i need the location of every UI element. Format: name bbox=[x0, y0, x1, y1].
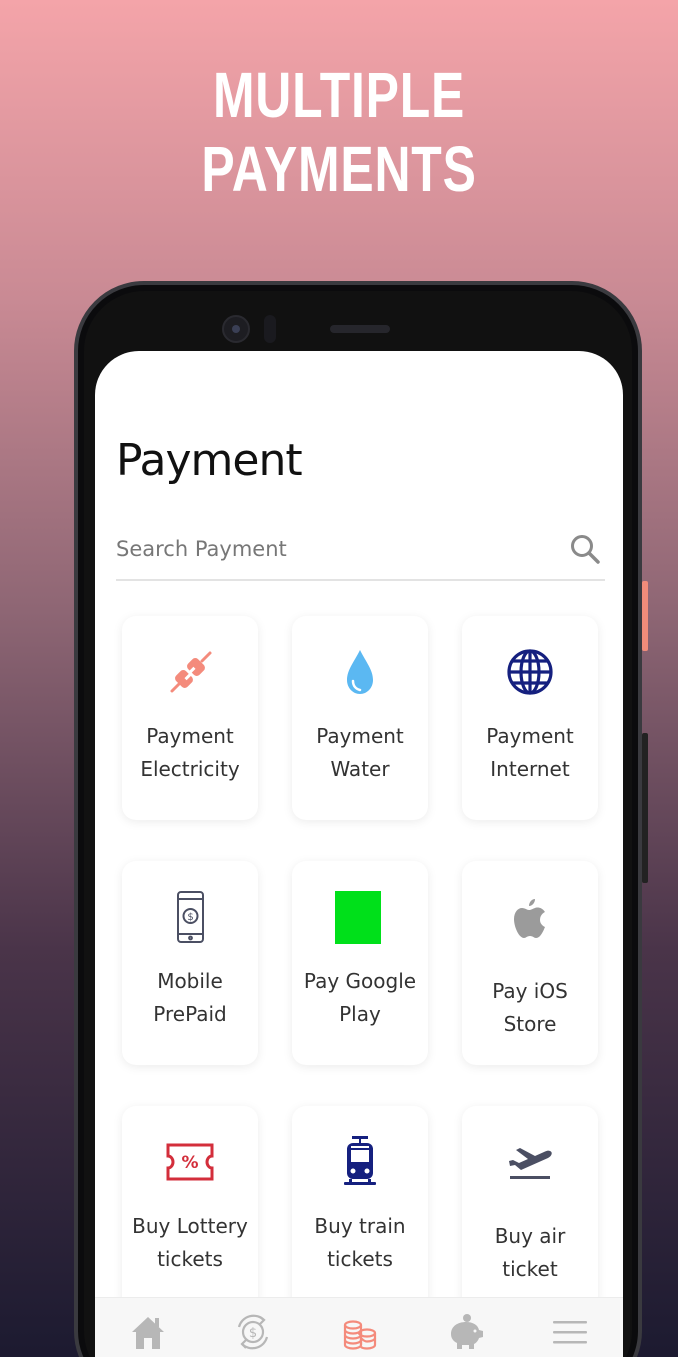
nav-payment[interactable] bbox=[334, 1312, 384, 1357]
nav-exchange[interactable]: $ bbox=[228, 1312, 278, 1357]
nav-menu[interactable] bbox=[545, 1312, 595, 1357]
service-label: Pay iOS Store bbox=[492, 979, 568, 1036]
svg-text:%: % bbox=[181, 1153, 198, 1173]
mobile-money-icon: $ bbox=[162, 889, 218, 945]
power-button bbox=[642, 581, 648, 651]
service-card-google-play[interactable]: Pay Google Play bbox=[292, 861, 428, 1065]
service-label: Payment Internet bbox=[486, 724, 574, 781]
menu-icon bbox=[553, 1321, 588, 1344]
service-card-lottery[interactable]: % Buy Lottery tickets bbox=[122, 1106, 258, 1310]
water-drop-icon bbox=[332, 644, 388, 700]
page-title: Payment bbox=[116, 435, 303, 486]
service-card-internet[interactable]: Payment Internet bbox=[462, 616, 598, 820]
home-icon bbox=[131, 1317, 164, 1349]
service-card-train[interactable]: Buy train tickets bbox=[292, 1106, 428, 1310]
proximity-sensor bbox=[264, 315, 276, 343]
plug-icon bbox=[162, 644, 218, 700]
bottom-navigation: $ bbox=[95, 1297, 623, 1357]
service-label: Pay Google Play bbox=[303, 969, 417, 1026]
svg-text:$: $ bbox=[187, 912, 193, 923]
lottery-ticket-icon: % bbox=[162, 1134, 218, 1190]
app-screen: Payment Search Payment Payment Electrici… bbox=[95, 351, 623, 1357]
service-label: Buy air ticket bbox=[494, 1224, 566, 1281]
search-icon[interactable] bbox=[569, 533, 601, 565]
piggy-bank-icon bbox=[450, 1314, 483, 1349]
earpiece-speaker bbox=[330, 325, 390, 333]
search-input[interactable] bbox=[116, 537, 569, 561]
train-icon bbox=[332, 1134, 388, 1190]
service-label: Payment Water bbox=[316, 724, 404, 781]
search-bar[interactable] bbox=[116, 519, 605, 581]
service-card-water[interactable]: Payment Water bbox=[292, 616, 428, 820]
nav-home[interactable] bbox=[123, 1312, 173, 1357]
service-card-ios-store[interactable]: Pay iOS Store bbox=[462, 861, 598, 1065]
front-camera bbox=[222, 315, 250, 343]
phone-frame: Payment Search Payment Payment Electrici… bbox=[74, 281, 648, 1357]
service-label: Mobile PrePaid bbox=[153, 969, 227, 1026]
nav-savings[interactable] bbox=[440, 1312, 490, 1357]
service-card-mobile-prepaid[interactable]: $ Mobile PrePaid bbox=[122, 861, 258, 1065]
currency-exchange-icon: $ bbox=[238, 1314, 269, 1350]
service-label: Buy train tickets bbox=[314, 1214, 406, 1271]
service-label: Payment Electricity bbox=[140, 724, 240, 781]
globe-icon bbox=[502, 644, 558, 700]
service-card-electricity[interactable]: Payment Electricity bbox=[122, 616, 258, 820]
airplane-icon bbox=[502, 1134, 558, 1190]
coins-icon bbox=[343, 1320, 377, 1350]
apple-icon bbox=[502, 889, 558, 945]
volume-button bbox=[642, 733, 648, 883]
service-label: Buy Lottery tickets bbox=[132, 1214, 248, 1271]
svg-text:$: $ bbox=[249, 1326, 257, 1341]
service-card-air-ticket[interactable]: Buy air ticket bbox=[462, 1106, 598, 1310]
headline: MULTIPLE PAYMENTS bbox=[201, 59, 477, 205]
google-play-icon bbox=[332, 889, 388, 945]
